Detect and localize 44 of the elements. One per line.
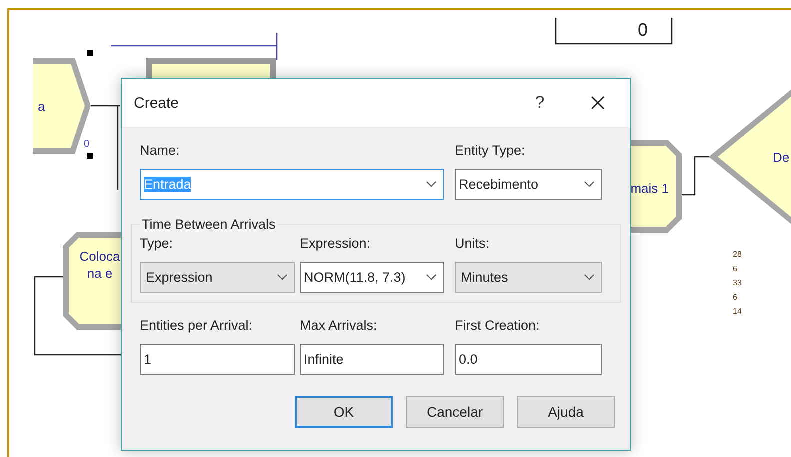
close-icon [591, 96, 605, 110]
counter-value: 0 [638, 20, 648, 40]
text-field[interactable]: Infinite [300, 344, 444, 375]
field-label: Type: [140, 235, 174, 253]
selection-handle[interactable] [87, 153, 93, 159]
module-label: Coloca [80, 249, 120, 264]
chevron-down-icon [426, 274, 437, 281]
combo-box[interactable]: Recebimento [455, 169, 602, 200]
decide-module-shape[interactable] [709, 90, 791, 224]
dialog-button[interactable]: Ajuda [517, 396, 615, 428]
statistic-value: 28 [733, 250, 742, 259]
dialog-title: Create [134, 94, 180, 112]
chevron-down-icon [277, 274, 288, 281]
statistic-value: 14 [733, 307, 742, 316]
chevron-down-icon [426, 181, 437, 188]
group-title: Time Between Arrivals [141, 217, 277, 232]
module-label: De [773, 150, 790, 165]
dropdown[interactable]: Expression [140, 262, 295, 293]
chevron-down-icon [584, 181, 595, 188]
statistic-value: 6 [733, 264, 738, 274]
field-label: Name: [140, 142, 181, 160]
connector-line [682, 156, 710, 196]
dialog-button[interactable]: Cancelar [406, 396, 504, 428]
module-label: mais 1 [630, 181, 669, 196]
dropdown[interactable]: Minutes [455, 262, 602, 293]
field-label: Entity Type: [455, 142, 526, 160]
module-label: a [38, 99, 46, 114]
module-label: na e [87, 266, 113, 281]
field-label: Entities per Arrival: [140, 317, 254, 335]
chevron-down-icon [584, 274, 595, 281]
help-button[interactable]: ? [520, 93, 560, 113]
field-label: First Creation: [455, 317, 541, 335]
text-field[interactable]: 1 [140, 344, 295, 375]
create-module-shape[interactable] [33, 58, 91, 154]
module-counter: 0 [84, 139, 90, 150]
field-label: Max Arrivals: [300, 317, 378, 335]
field-label: Units: [455, 235, 491, 253]
statistic-value: 6 [733, 292, 738, 302]
dialog-button[interactable]: OK [295, 396, 393, 428]
combo-box[interactable]: NORM(11.8, 7.3) [300, 262, 444, 293]
text-field[interactable]: 0.0 [455, 344, 602, 375]
selection-handle[interactable] [87, 50, 93, 56]
statistic-value: 33 [733, 278, 742, 288]
field-label: Expression: [300, 235, 372, 253]
